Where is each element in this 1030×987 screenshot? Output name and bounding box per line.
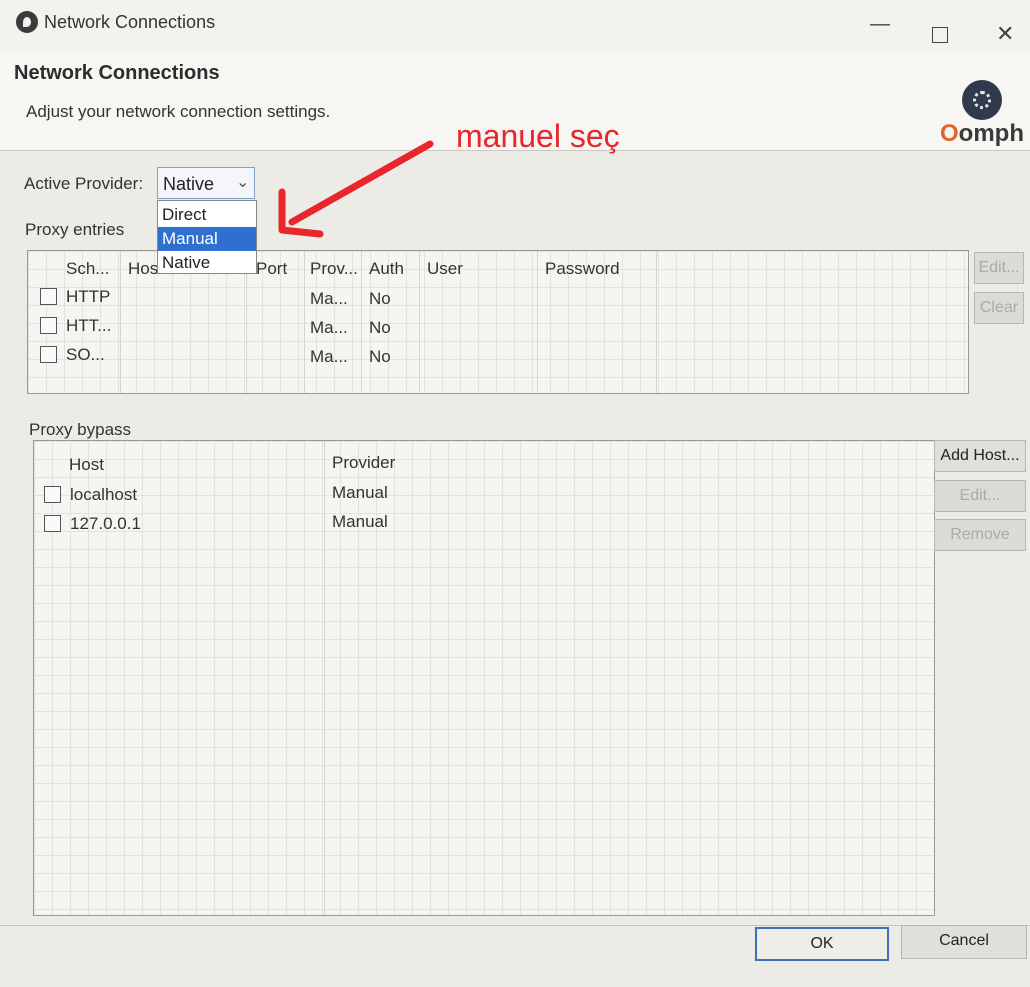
column-header-user[interactable]: User [427,259,463,279]
cell-provider: Ma... [310,347,348,366]
proxy-entries-label: Proxy entries [25,220,125,239]
dialog-title: Network Connections [14,62,220,84]
logo-text: Oomph [940,120,1024,147]
cell-host: localhost [70,485,138,504]
oomph-logo: Oomph [940,80,1030,150]
column-header-provider[interactable]: Provider [332,453,395,473]
row-checkbox[interactable] [44,486,61,503]
provider-option-native[interactable]: Native [158,251,256,275]
oomph-gear-icon [962,80,1002,120]
bypass-remove-button[interactable]: Remove [934,519,1026,551]
window-title: Network Connections [44,12,216,32]
provider-option-manual[interactable]: Manual [158,227,256,251]
column-divider [656,251,657,393]
add-host-button[interactable]: Add Host... [934,440,1026,472]
column-divider [120,251,121,393]
cell-provider: Ma... [310,289,348,308]
column-divider [537,251,538,393]
row-checkbox[interactable] [44,515,61,532]
close-icon[interactable]: ✕ [996,23,1014,45]
proxy-clear-button[interactable]: Clear [974,292,1024,324]
ok-button[interactable]: OK [755,927,889,961]
column-header-auth[interactable]: Auth [369,259,404,279]
cell-scheme: HTT... [66,316,112,335]
proxy-bypass-label: Proxy bypass [29,420,132,439]
column-divider [324,441,325,915]
row-checkbox[interactable] [40,317,57,334]
column-divider [304,251,305,393]
dialog-description: Adjust your network connection settings. [26,102,331,121]
maximize-icon[interactable] [932,27,948,43]
network-connections-window: Network Connections — ✕ Network Connecti… [0,0,1030,987]
column-header-provider[interactable]: Prov... [310,259,358,279]
title-bar: Network Connections — ✕ [0,0,1030,50]
row-checkbox[interactable] [40,288,57,305]
active-provider-select[interactable]: Native ⌄ [157,167,255,199]
cell-auth: No [369,347,391,366]
cell-provider: Manual [332,483,388,502]
column-divider [419,251,420,393]
annotation-arrow-icon [278,140,434,238]
cell-scheme: HTTP [66,287,111,306]
provider-dropdown-list: Direct Manual Native [157,200,257,274]
proxy-edit-button[interactable]: Edit... [974,252,1024,284]
cell-auth: No [369,289,391,308]
column-header-password[interactable]: Password [545,259,620,279]
eclipse-app-icon [16,11,38,33]
cell-provider: Manual [332,512,388,531]
annotation-text: manuel seç [456,118,620,154]
provider-option-direct[interactable]: Direct [158,203,256,227]
chevron-down-icon: ⌄ [236,174,250,191]
column-header-scheme[interactable]: Sch... [66,259,109,279]
minimize-icon[interactable]: — [870,14,890,34]
row-checkbox[interactable] [40,346,57,363]
footer-divider [0,925,1030,926]
cell-host: 127.0.0.1 [70,514,141,533]
column-divider [361,251,362,393]
cancel-button[interactable]: Cancel [901,925,1027,959]
active-provider-label: Active Provider: [24,174,144,193]
cell-scheme: SO... [66,345,105,364]
cell-auth: No [369,318,391,337]
active-provider-value: Native [163,174,215,194]
proxy-bypass-table: Host Provider localhost Manual 127.0.0.1… [33,440,935,916]
cell-provider: Ma... [310,318,348,337]
column-header-port[interactable]: Port [256,259,287,279]
bypass-edit-button[interactable]: Edit... [934,480,1026,512]
column-header-host[interactable]: Host [69,455,104,475]
